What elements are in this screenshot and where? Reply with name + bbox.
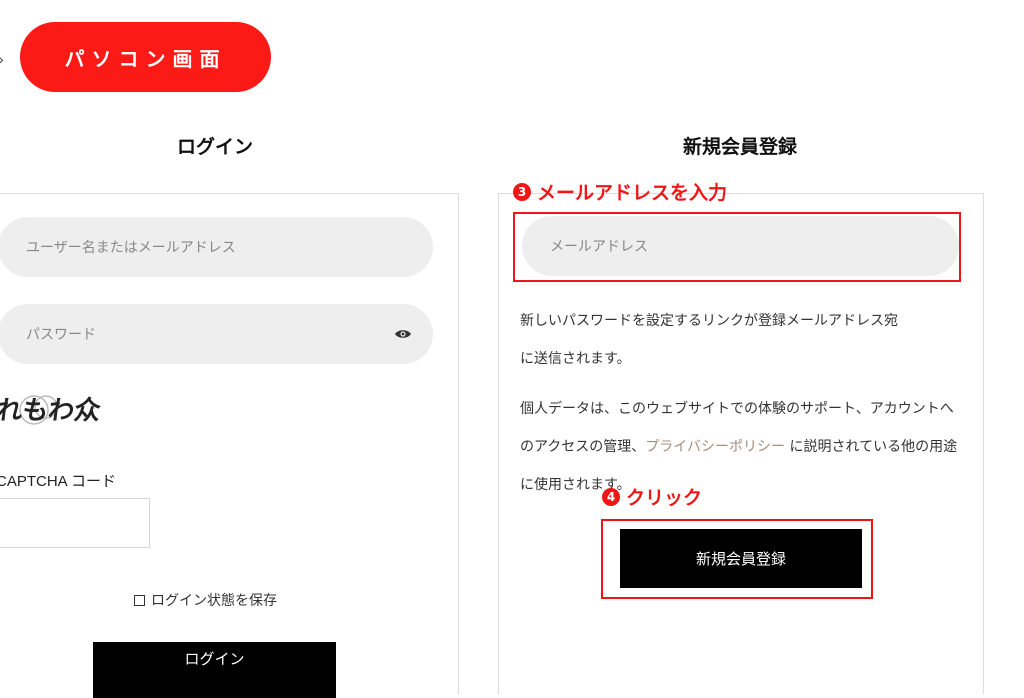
register-highlight-box [601, 519, 873, 599]
login-heading: ログイン [176, 136, 253, 158]
password-info-line2: に送信されます。 [520, 351, 631, 367]
password-input[interactable]: パスワード [0, 304, 433, 364]
username-placeholder: ユーザー名またはメールアドレス [26, 240, 236, 256]
step3-number: 3 [513, 182, 531, 201]
breadcrumb-chevron-icon: › [0, 50, 4, 69]
step4-number: 4 [602, 487, 620, 506]
email-highlight-box [513, 212, 961, 282]
password-link-info: 新しいパスワードを設定するリンクが登録メールアドレス宛 に送信されます。 [520, 302, 960, 378]
step4-text: クリック [626, 487, 703, 509]
login-button-label: ログイン [184, 649, 245, 668]
remember-checkbox[interactable] [134, 594, 145, 606]
privacy-policy-link[interactable]: プライバシーポリシー [645, 439, 785, 455]
privacy-info: 個人データは、このウェブサイトでの体験のサポート、アカウントへのアクセスの管理、… [520, 390, 960, 504]
login-button[interactable]: ログイン [93, 642, 336, 698]
eye-icon[interactable] [395, 329, 411, 339]
password-info-line1: 新しいパスワードを設定するリンクが登録メールアドレス宛 [520, 313, 898, 329]
remember-me[interactable]: ログイン状態を保存 [134, 590, 277, 610]
remember-label: ログイン状態を保存 [151, 593, 277, 609]
captcha-input[interactable] [0, 498, 150, 548]
captcha-text: れもわ众 [0, 395, 103, 426]
captcha-image: れもわ众 [0, 385, 104, 437]
step4-annotation: 4 クリック [602, 483, 702, 510]
pc-screen-badge: パソコン画面 [20, 22, 271, 92]
captcha-label: CAPTCHA コード [0, 473, 117, 490]
register-heading: 新規会員登録 [682, 136, 797, 158]
password-placeholder: パスワード [26, 327, 96, 343]
username-input[interactable]: ユーザー名またはメールアドレス [0, 217, 433, 277]
step3-text: メールアドレスを入力 [537, 182, 728, 204]
step3-annotation: 3 メールアドレスを入力 [513, 178, 727, 205]
